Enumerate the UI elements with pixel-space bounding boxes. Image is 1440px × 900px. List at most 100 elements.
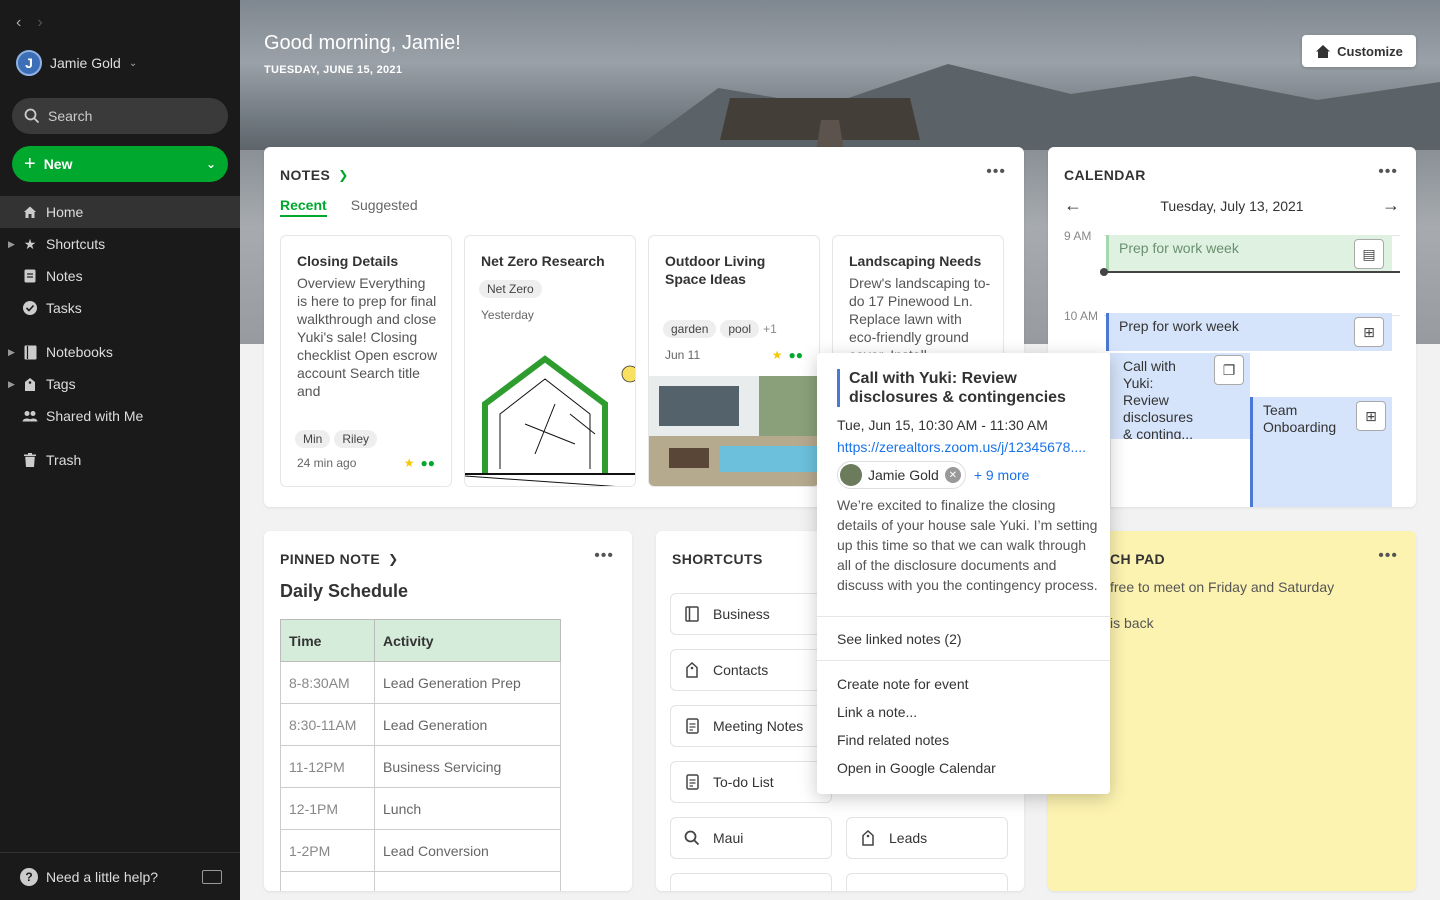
calendar-event[interactable]: Prep for work week ⊞ [1106, 313, 1392, 351]
note-icon[interactable]: ▤ [1354, 239, 1384, 269]
see-linked-notes-link[interactable]: See linked notes (2) [837, 631, 962, 647]
remove-attendee-icon[interactable]: ✕ [944, 467, 961, 483]
shortcut-meeting-notes[interactable]: Meeting Notes [670, 705, 832, 747]
next-day-arrow-icon[interactable]: → [1382, 195, 1400, 216]
account-switcher[interactable]: J Jamie Gold ⌄ [16, 50, 137, 76]
note-icon [671, 706, 713, 746]
note-card-tags: Net Zero [479, 280, 546, 298]
tag-pill[interactable]: pool [720, 320, 760, 338]
table-cell: Lead Generation [374, 703, 561, 746]
menu-item-find-related[interactable]: Find related notes [837, 732, 949, 748]
tab-recent[interactable]: Recent [280, 197, 327, 217]
sidebar-item-notes[interactable]: Notes [0, 260, 240, 292]
home-icon [22, 204, 38, 220]
note-card-date: Jun 11 [665, 348, 701, 362]
more-attendees-link[interactable]: + 9 more [974, 467, 1030, 483]
chevron-down-icon[interactable]: ⌄ [206, 157, 216, 171]
tag-pill[interactable]: Net Zero [479, 280, 542, 298]
calendar-event-team-onboarding[interactable]: Team Onboarding ⊞ [1250, 397, 1392, 507]
add-note-icon[interactable]: ⊞ [1354, 317, 1384, 347]
menu-item-create-note[interactable]: Create note for event [837, 676, 969, 692]
shortcut-todo-list[interactable]: To-do List [670, 761, 832, 803]
keyboard-icon[interactable] [202, 869, 222, 884]
shortcut-leads[interactable]: Leads [846, 817, 1008, 859]
copy-note-icon[interactable]: ❐ [1214, 355, 1244, 385]
shortcut-maui[interactable]: Maui [670, 817, 832, 859]
search-input[interactable]: Search [12, 98, 228, 134]
expand-caret-icon[interactable]: ▶ [8, 379, 15, 390]
tab-suggested[interactable]: Suggested [351, 197, 418, 217]
calendar-event-call-with-yuki[interactable]: Call with Yuki: Review disclosures & con… [1110, 353, 1250, 442]
calendar-widget-title: CALENDAR [1064, 167, 1146, 183]
sidebar-item-label: Notebooks [46, 344, 113, 360]
calendar-event-past[interactable]: Prep for work week ▤ [1106, 235, 1392, 273]
pinned-note-widget-title[interactable]: PINNED NOTE ❯ [280, 551, 399, 567]
help-link[interactable]: ? Need a little help? [0, 852, 240, 900]
menu-item-open-google-calendar[interactable]: Open in Google Calendar [837, 760, 996, 776]
tag-pill[interactable]: Min [295, 430, 331, 448]
sidebar-item-home[interactable]: Home [0, 196, 240, 228]
shortcuts-widget-title: SHORTCUTS [672, 551, 763, 567]
scratch-pad-title: CH PAD [1110, 551, 1166, 567]
divider [817, 660, 1110, 661]
forward-arrow-icon[interactable]: › [37, 14, 42, 32]
more-options-icon[interactable]: ••• [1378, 547, 1398, 565]
table-cell [374, 871, 561, 891]
sidebar-item-notebooks[interactable]: ▶ Notebooks [0, 336, 240, 368]
sidebar-item-label: Trash [46, 452, 82, 468]
star-icon: ★ [771, 348, 783, 362]
help-icon: ? [20, 867, 38, 886]
notes-widget-title[interactable]: NOTES ❯ [280, 167, 349, 183]
note-card-title: Net Zero Research [481, 253, 605, 269]
sidebar-item-shortcuts[interactable]: ▶ ★ Shortcuts [0, 228, 240, 260]
table-header: Activity [374, 619, 561, 662]
table-cell: Lead Generation Prep [374, 661, 561, 704]
menu-item-link-note[interactable]: Link a note... [837, 704, 917, 720]
shortcut-item-partial[interactable] [670, 873, 832, 891]
meeting-link[interactable]: https://zerealtors.zoom.us/j/12345678...… [837, 439, 1099, 455]
table-cell: 12-1PM [280, 787, 375, 830]
prev-day-arrow-icon[interactable]: ← [1064, 195, 1082, 216]
note-card-net-zero[interactable]: Net Zero Research Net Zero Yesterday [464, 235, 636, 487]
home-edit-icon [1316, 44, 1331, 58]
help-label: Need a little help? [46, 868, 159, 885]
search-icon [24, 108, 40, 124]
tag-pill[interactable]: garden [663, 320, 717, 338]
more-options-icon[interactable]: ••• [594, 547, 614, 565]
sidebar-item-label: Tasks [46, 300, 82, 316]
shortcut-label: To-do List [713, 774, 774, 790]
pinned-note-widget: PINNED NOTE ❯ ••• Daily Schedule Time Ac… [264, 531, 632, 891]
sidebar-item-tasks[interactable]: Tasks [0, 292, 240, 324]
note-card-date: 24 min ago [297, 456, 357, 470]
sidebar-item-shared[interactable]: Shared with Me [0, 400, 240, 432]
star-icon: ★ [403, 456, 415, 470]
table-header-row: Time Activity [280, 619, 561, 662]
notes-icon [22, 268, 38, 284]
shortcut-contacts[interactable]: Contacts [670, 649, 832, 691]
expand-caret-icon[interactable]: ▶ [8, 347, 15, 358]
sidebar-item-tags[interactable]: ▶ Tags [0, 368, 240, 400]
event-title: Call with Yuki: Review disclosures & con… [1123, 358, 1194, 442]
tag-pill[interactable]: Riley [334, 430, 378, 448]
more-options-icon[interactable]: ••• [986, 163, 1006, 181]
search-icon [671, 818, 713, 858]
back-arrow-icon[interactable]: ‹ [16, 14, 21, 32]
customize-button[interactable]: Customize [1302, 35, 1416, 67]
table-row: 11-12PM Business Servicing [280, 745, 561, 788]
add-note-icon[interactable]: ⊞ [1356, 401, 1386, 431]
event-time: Tue, Jun 15, 10:30 AM - 11:30 AM [837, 417, 1048, 433]
chevron-right-icon: ❯ [338, 168, 349, 182]
table-cell: Lead Conversion [374, 829, 561, 872]
current-time-line [1100, 271, 1400, 273]
shortcut-business[interactable]: Business [670, 593, 832, 635]
new-button[interactable]: + New ⌄ [12, 146, 228, 182]
sidebar-item-trash[interactable]: Trash [0, 444, 240, 476]
table-row: 12-1PM Lunch [280, 787, 561, 830]
note-card-closing-details[interactable]: Closing Details Overview Everything is h… [280, 235, 452, 487]
note-card-outdoor-living[interactable]: Outdoor Living Space Ideas garden pool +1 … [648, 235, 820, 487]
schedule-table: Time Activity 8-8:30AM Lead Generation Pr… [280, 619, 561, 891]
more-options-icon[interactable]: ••• [1378, 163, 1398, 181]
shortcut-item-partial[interactable] [846, 873, 1008, 891]
greeting: Good morning, Jamie! [264, 32, 461, 54]
expand-caret-icon[interactable]: ▶ [8, 239, 15, 250]
